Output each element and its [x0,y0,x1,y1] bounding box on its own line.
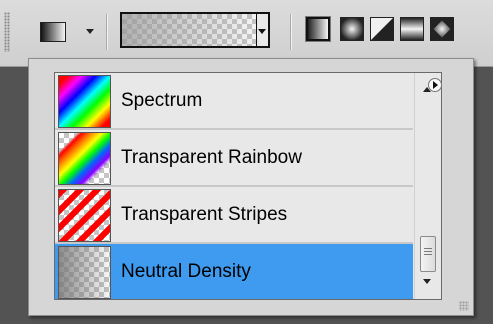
diamond-gradient-icon[interactable] [430,17,454,41]
list-item-neutral-density[interactable]: Neutral Density [55,244,413,299]
reflected-gradient-icon[interactable] [400,17,424,41]
radial-gradient-icon[interactable] [340,17,364,41]
angle-gradient-icon[interactable] [370,17,394,41]
scroll-thumb[interactable] [420,236,436,272]
gradient-preset-icon[interactable] [40,22,66,42]
list-item-label: Neutral Density [121,261,251,282]
divider [106,14,107,50]
transparent-rainbow-swatch [58,132,111,185]
transparent-stripes-swatch [58,189,111,242]
gradient-list: Spectrum Transparent Rainbow Transparent… [54,72,442,300]
toolbar-grip-handle[interactable] [4,12,10,52]
spectrum-swatch [58,75,111,128]
play-circle-icon[interactable] [428,78,442,92]
chevron-down-icon[interactable] [86,29,94,34]
list-item-spectrum[interactable]: Spectrum [55,73,413,130]
list-item-transparent-stripes[interactable]: Transparent Stripes [55,187,413,244]
list-item-label: Transparent Rainbow [121,147,302,168]
gradient-picker-dropdown-button[interactable] [256,12,270,48]
neutral-density-swatch [58,246,111,299]
gradient-preview-swatch[interactable] [120,12,270,48]
resize-grip-handle[interactable] [459,301,469,311]
scroll-down-arrow-icon[interactable] [423,279,431,284]
list-item-transparent-rainbow[interactable]: Transparent Rainbow [55,130,413,187]
options-bar [0,0,493,67]
list-item-label: Transparent Stripes [121,204,288,225]
linear-gradient-icon[interactable] [305,16,331,42]
divider [290,14,291,50]
list-item-label: Spectrum [121,90,203,111]
gradient-picker-panel: Spectrum Transparent Rainbow Transparent… [28,58,474,316]
vertical-scrollbar[interactable] [414,73,441,299]
